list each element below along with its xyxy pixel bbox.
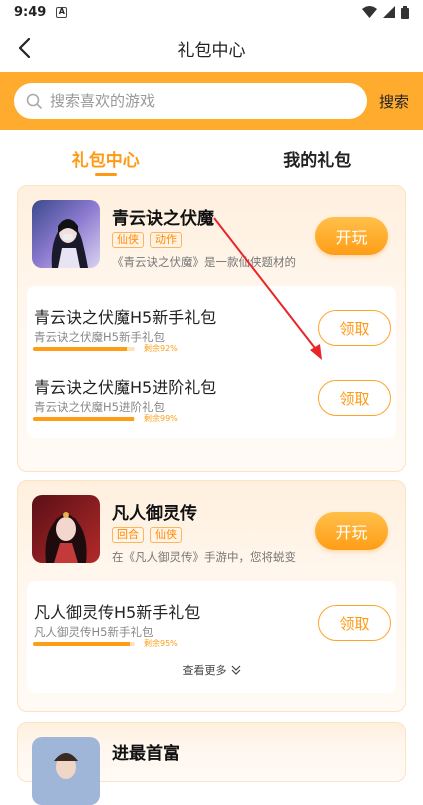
- gift-title: 青云诀之伏魔H5进阶礼包: [34, 374, 216, 398]
- claim-button[interactable]: 领取: [318, 310, 391, 346]
- game-tags: 仙侠 动作: [112, 232, 182, 248]
- gift-title: 青云诀之伏魔H5新手礼包: [34, 304, 216, 328]
- gift-remaining: 剩余99%: [144, 413, 178, 424]
- gift-remaining: 剩余92%: [144, 343, 178, 354]
- game-tag: 回合: [112, 527, 144, 543]
- gift-progress-bar: [33, 642, 135, 646]
- claim-button[interactable]: 领取: [318, 605, 391, 641]
- game-description: 《青云诀之伏魔》是一款仙侠题材的: [112, 254, 308, 270]
- wifi-icon: [362, 6, 377, 18]
- game-title: 青云诀之伏魔: [112, 204, 214, 229]
- game-card: 青云诀之伏魔 仙侠 动作 《青云诀之伏魔》是一款仙侠题材的 开玩 青云诀之伏魔H…: [17, 185, 406, 472]
- game-tags: 回合 仙侠: [112, 527, 182, 543]
- game-description: 在《凡人御灵传》手游中，您将蜕变: [112, 549, 308, 565]
- tab-gift-center[interactable]: 礼包中心: [0, 130, 212, 184]
- claim-button[interactable]: 领取: [318, 380, 391, 416]
- double-chevron-down-icon: [231, 665, 241, 675]
- gift-row: 凡人御灵传H5新手礼包 凡人御灵传H5新手礼包 剩余95% 领取: [27, 585, 396, 655]
- status-bar: 9:49 A: [0, 0, 423, 24]
- game-tag: 仙侠: [150, 527, 182, 543]
- gift-progress-fill: [33, 347, 127, 351]
- game-tag: 仙侠: [112, 232, 144, 248]
- tab-bar: 礼包中心 我的礼包: [0, 130, 423, 184]
- gift-progress-bar: [33, 347, 135, 351]
- page-title: 礼包中心: [178, 36, 246, 61]
- gift-row: 青云诀之伏魔H5新手礼包 青云诀之伏魔H5新手礼包 剩余92% 领取: [27, 290, 396, 360]
- see-more-label: 查看更多: [183, 662, 227, 678]
- back-arrow-icon[interactable]: [14, 36, 38, 60]
- search-icon: [26, 93, 42, 109]
- game-title: 凡人御灵传: [112, 499, 197, 524]
- game-icon-image[interactable]: [32, 495, 100, 563]
- see-more-link[interactable]: 查看更多: [27, 655, 396, 685]
- signal-icon: [383, 6, 395, 18]
- play-button[interactable]: 开玩: [315, 217, 388, 255]
- notification-icon: A: [56, 7, 67, 18]
- game-card: 进最首富: [17, 722, 406, 782]
- gift-progress-fill: [33, 642, 130, 646]
- search-box[interactable]: [14, 83, 367, 119]
- gift-remaining: 剩余95%: [144, 638, 178, 649]
- battery-icon: [401, 6, 409, 19]
- play-button[interactable]: 开玩: [315, 512, 388, 550]
- gift-progress-bar: [33, 417, 135, 421]
- search-button[interactable]: 搜索: [379, 91, 409, 112]
- gift-title: 凡人御灵传H5新手礼包: [34, 599, 200, 623]
- search-input[interactable]: [50, 92, 310, 110]
- gift-list: 青云诀之伏魔H5新手礼包 青云诀之伏魔H5新手礼包 剩余92% 领取 青云诀之伏…: [27, 286, 396, 438]
- gift-progress-fill: [33, 417, 134, 421]
- status-time: 9:49: [14, 5, 46, 20]
- gift-subtitle: 凡人御灵传H5新手礼包: [34, 624, 153, 640]
- search-bar: 搜索: [0, 72, 423, 130]
- game-card: 凡人御灵传 回合 仙侠 在《凡人御灵传》手游中，您将蜕变 开玩 凡人御灵传H5新…: [17, 480, 406, 712]
- game-icon-image[interactable]: [32, 200, 100, 268]
- nav-bar: 礼包中心: [0, 24, 423, 72]
- tab-my-gifts[interactable]: 我的礼包: [212, 130, 423, 184]
- gift-list: 凡人御灵传H5新手礼包 凡人御灵传H5新手礼包 剩余95% 领取 查看更多: [27, 581, 396, 693]
- gift-row: 青云诀之伏魔H5进阶礼包 青云诀之伏魔H5进阶礼包 剩余99% 领取: [27, 360, 396, 430]
- game-icon-image[interactable]: [32, 737, 100, 805]
- game-tag: 动作: [150, 232, 182, 248]
